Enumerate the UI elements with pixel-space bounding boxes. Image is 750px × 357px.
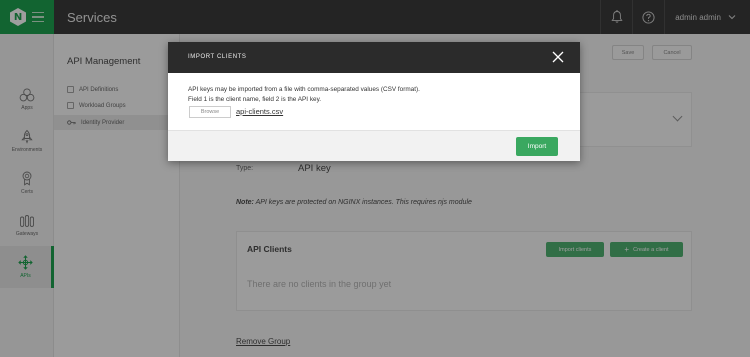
selected-file-name: api-clients.csv (236, 107, 284, 116)
dialog-header: IMPORT CLIENTS (168, 42, 580, 73)
browse-button[interactable]: Browse (189, 106, 231, 118)
import-clients-dialog: IMPORT CLIENTS API keys may be imported … (168, 42, 580, 161)
dialog-footer: Import (168, 130, 580, 161)
close-icon[interactable] (552, 51, 564, 63)
dialog-title: IMPORT CLIENTS (188, 54, 247, 60)
description-line-2: Field 1 is the client name, field 2 is t… (188, 96, 322, 103)
description-line-1: API keys may be imported from a file wit… (188, 86, 420, 93)
dialog-description: API keys may be imported from a file wit… (188, 85, 488, 105)
import-button[interactable]: Import (516, 137, 558, 156)
